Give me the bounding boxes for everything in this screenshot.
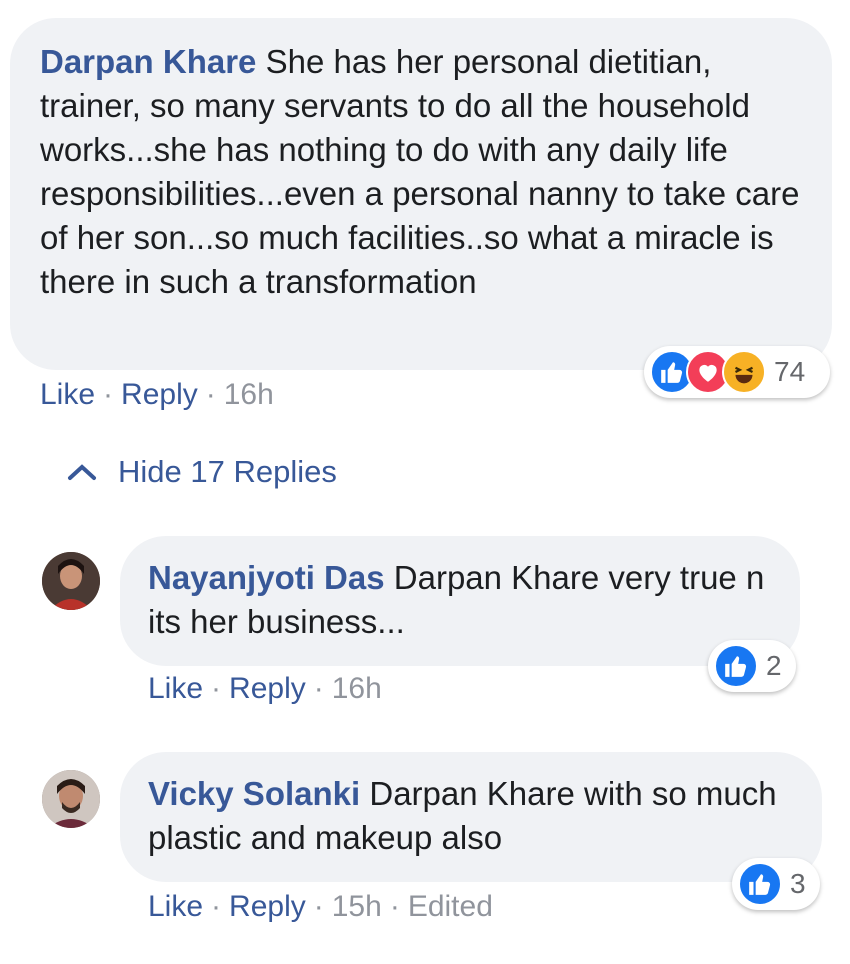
reply-author-link[interactable]: Vicky Solanki	[148, 775, 360, 812]
hide-replies-button[interactable]: Hide 17 Replies	[66, 454, 337, 490]
hide-replies-label: Hide 17 Replies	[118, 454, 337, 489]
reply-actions: Like · Reply · 15h · Edited	[148, 890, 493, 923]
reply-button[interactable]: Reply	[229, 890, 306, 923]
edited-label[interactable]: Edited	[408, 890, 493, 923]
like-icon	[738, 862, 782, 906]
reply-bubble: Vicky Solanki Darpan Khare with so much …	[120, 752, 822, 882]
like-button[interactable]: Like	[148, 672, 203, 705]
avatar[interactable]	[42, 770, 100, 828]
reply-timestamp[interactable]: 15h	[332, 890, 382, 923]
chevron-up-icon	[68, 464, 96, 480]
reply-reactions[interactable]: 3	[732, 858, 820, 910]
avatar[interactable]	[42, 552, 100, 610]
reaction-count: 3	[790, 868, 806, 899]
reply-bubble: Nayanjyoti Das Darpan Khare very true n …	[120, 536, 800, 666]
like-icon	[714, 644, 758, 688]
comment-actions: Like · Reply · 16h	[40, 378, 274, 411]
comment-author-link[interactable]: Darpan Khare	[40, 43, 256, 80]
reply-timestamp[interactable]: 16h	[332, 672, 382, 705]
comment-bubble: Darpan Khare She has her personal dietit…	[10, 18, 832, 370]
reply-actions: Like · Reply · 16h	[148, 672, 382, 705]
like-button[interactable]: Like	[148, 890, 203, 923]
reaction-count: 2	[766, 650, 782, 681]
like-button[interactable]: Like	[40, 378, 95, 411]
comment-timestamp[interactable]: 16h	[224, 378, 274, 411]
comment-reactions[interactable]: 74	[644, 346, 830, 398]
reply-author-link[interactable]: Nayanjyoti Das	[148, 559, 385, 596]
reply-button[interactable]: Reply	[121, 378, 198, 411]
reaction-count: 74	[774, 356, 806, 387]
reply-button[interactable]: Reply	[229, 672, 306, 705]
reply-reactions[interactable]: 2	[708, 640, 796, 692]
comment-text: She has her personal dietitian, trainer,…	[40, 43, 800, 300]
haha-icon	[722, 350, 766, 394]
